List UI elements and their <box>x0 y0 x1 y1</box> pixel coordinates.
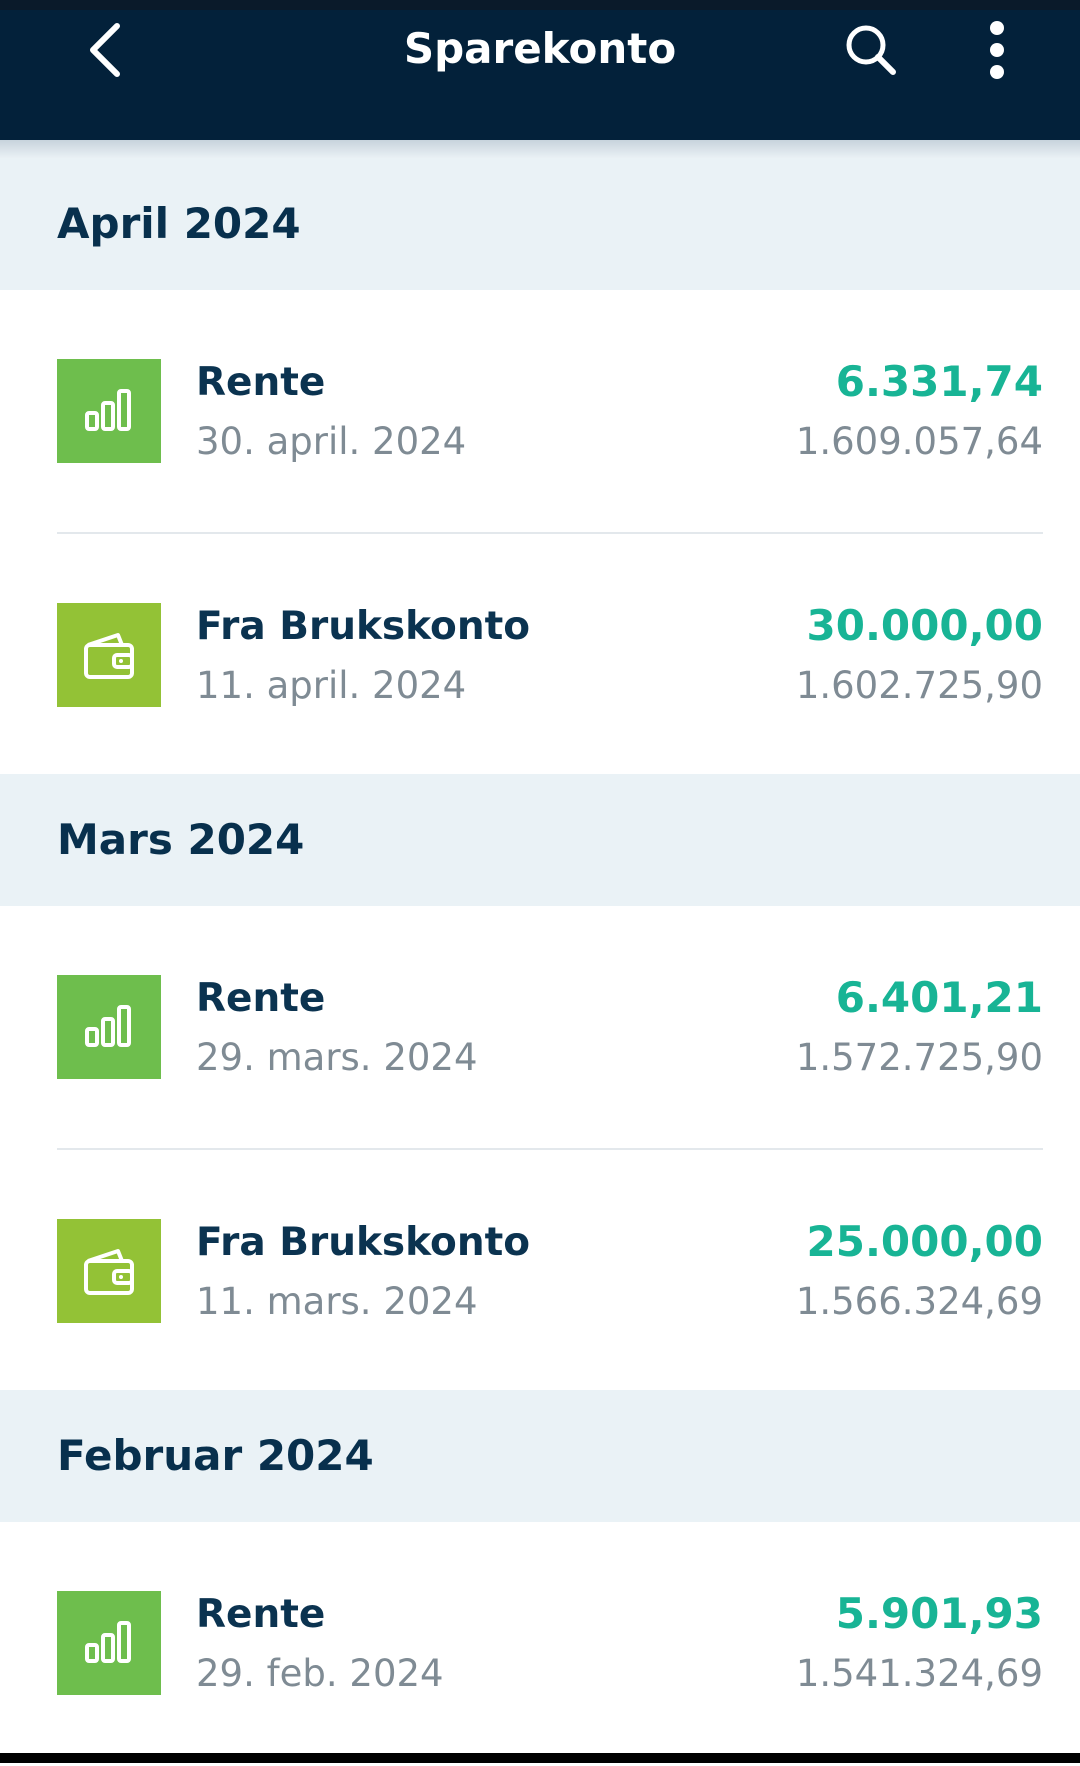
transaction-balance: 1.609.057,64 <box>795 420 1043 463</box>
interest-chart-icon <box>57 975 161 1079</box>
header-shadow <box>0 140 1080 158</box>
more-vertical-icon <box>990 21 1004 79</box>
transaction-balance: 1.572.725,90 <box>795 1036 1043 1079</box>
status-strip <box>0 0 1080 10</box>
app-header: Sparekonto <box>0 0 1080 145</box>
transaction-amount: 30.000,00 <box>806 601 1043 650</box>
transaction-date: 29. mars. 2024 <box>196 1036 478 1079</box>
transaction-date: 11. april. 2024 <box>196 664 467 707</box>
month-header-april: April 2024 <box>0 158 1080 290</box>
month-label: Februar 2024 <box>57 1431 374 1480</box>
transaction-amount: 6.401,21 <box>835 973 1043 1022</box>
wallet-icon <box>57 1219 161 1323</box>
search-icon <box>846 25 896 75</box>
month-label: Mars 2024 <box>57 815 305 864</box>
transaction-amount: 6.331,74 <box>835 357 1043 406</box>
search-button[interactable] <box>835 14 907 86</box>
wallet-icon <box>57 603 161 707</box>
transaction-row[interactable]: Rente 30. april. 2024 6.331,74 1.609.057… <box>0 290 1080 534</box>
transaction-row[interactable]: Rente 29. feb. 2024 5.901,93 1.541.324,6… <box>0 1522 1080 1766</box>
interest-chart-icon <box>57 359 161 463</box>
transaction-row[interactable]: Fra Brukskonto 11. april. 2024 30.000,00… <box>0 534 1080 778</box>
transaction-title: Rente <box>196 1592 326 1637</box>
page-title: Sparekonto <box>403 24 677 73</box>
transaction-date: 30. april. 2024 <box>196 420 467 463</box>
transaction-amount: 5.901,93 <box>835 1589 1043 1638</box>
bottom-edge <box>0 1753 1080 1763</box>
interest-chart-icon <box>57 1591 161 1695</box>
more-options-button[interactable] <box>962 14 1032 86</box>
transaction-title: Rente <box>196 360 326 405</box>
transaction-title: Fra Brukskonto <box>196 1220 531 1265</box>
transaction-amount: 25.000,00 <box>806 1217 1043 1266</box>
month-header-mars: Mars 2024 <box>0 774 1080 906</box>
month-header-februar: Februar 2024 <box>0 1390 1080 1522</box>
transaction-balance: 1.566.324,69 <box>795 1280 1043 1323</box>
transaction-date: 11. mars. 2024 <box>196 1280 478 1323</box>
transaction-row[interactable]: Rente 29. mars. 2024 6.401,21 1.572.725,… <box>0 906 1080 1150</box>
transaction-balance: 1.541.324,69 <box>795 1652 1043 1695</box>
transaction-title: Rente <box>196 976 326 1021</box>
transaction-title: Fra Brukskonto <box>196 604 531 649</box>
transaction-date: 29. feb. 2024 <box>196 1652 444 1695</box>
transaction-row[interactable]: Fra Brukskonto 11. mars. 2024 25.000,00 … <box>0 1150 1080 1394</box>
month-label: April 2024 <box>57 199 301 248</box>
transaction-balance: 1.602.725,90 <box>795 664 1043 707</box>
